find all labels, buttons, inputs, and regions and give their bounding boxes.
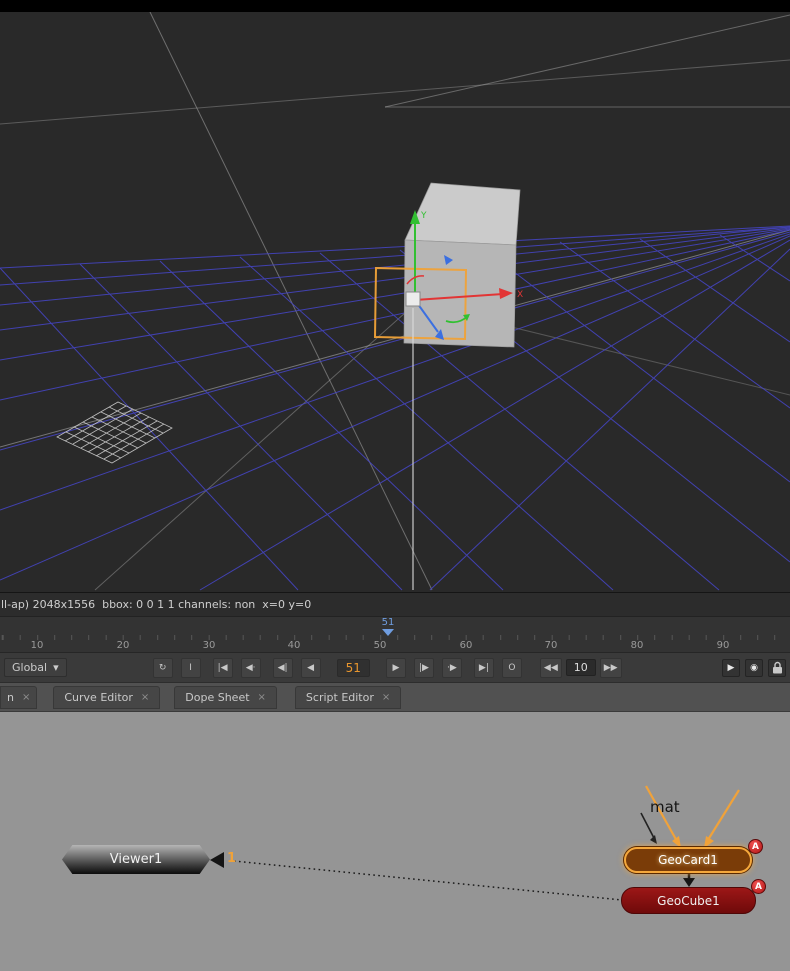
3d-viewport[interactable]: Y X xyxy=(0,12,790,592)
ruler-tick-label: 60 xyxy=(460,640,473,651)
node-geocube1[interactable]: GeoCube1 xyxy=(621,887,756,914)
viewer-input-number: 1 xyxy=(227,851,236,866)
current-frame-field[interactable]: 51 xyxy=(337,659,370,677)
node-geocard1-label: GeoCard1 xyxy=(658,853,718,867)
step-back-button[interactable]: ◀| xyxy=(273,658,293,678)
card-wireframe-mesh[interactable] xyxy=(57,402,172,463)
viewer-input-arrow[interactable] xyxy=(210,852,224,868)
lock-icon xyxy=(772,661,783,674)
goto-end-button[interactable]: ▶| xyxy=(474,658,494,678)
playhead-frame-label: 51 xyxy=(382,617,395,628)
prev-keyframe-button[interactable]: ◀· xyxy=(241,658,261,678)
playhead-marker[interactable] xyxy=(382,629,394,636)
node-viewer1-label: Viewer1 xyxy=(110,852,162,867)
play-forward-button[interactable]: ▶ xyxy=(386,658,406,678)
chevron-down-icon: ▾ xyxy=(53,661,59,674)
ruler-tick-label: 10 xyxy=(31,640,44,651)
x-axis-label: X xyxy=(517,290,523,300)
play-backward-button[interactable]: ◀ xyxy=(301,658,321,678)
decrement-button[interactable]: ◀◀ xyxy=(540,658,562,678)
viewer-info-bar: ll-ap) 2048x1556 bbox: 0 0 1 1 channels:… xyxy=(0,592,790,616)
lock-button[interactable] xyxy=(768,659,786,677)
goto-start-button[interactable]: |◀ xyxy=(213,658,233,678)
ruler-tick-label: 30 xyxy=(203,640,216,651)
render-button[interactable]: ▶ xyxy=(722,659,740,677)
cube-geometry[interactable] xyxy=(404,183,520,347)
tab-curve-editor[interactable]: Curve Editor × xyxy=(53,686,160,709)
node-graph-canvas[interactable]: mat Viewer1 1 GeoCard1 A GeoCube1 A xyxy=(0,712,790,971)
ruler-tick-label: 90 xyxy=(717,640,730,651)
animated-badge: A xyxy=(748,839,763,854)
input-range-button[interactable]: I xyxy=(181,658,201,678)
frame-range-mode-select[interactable]: Global ▾ xyxy=(4,658,67,677)
blue-ground-grid xyxy=(0,226,790,590)
ruler-tick-label: 20 xyxy=(117,640,130,651)
timeline-ruler[interactable]: 10 20 30 40 50 60 70 80 90 51 xyxy=(0,616,790,652)
animated-badge: A xyxy=(751,879,766,894)
offscreen-node-label-mat: mat xyxy=(650,798,680,816)
ruler-tick-label: 70 xyxy=(545,640,558,651)
output-range-button[interactable]: O xyxy=(502,658,522,678)
node-viewer1[interactable]: Viewer1 xyxy=(62,845,210,874)
ruler-tick-label: 40 xyxy=(288,640,301,651)
node-geocube1-label: GeoCube1 xyxy=(657,894,720,908)
frame-increment-field[interactable]: 10 xyxy=(566,659,596,676)
tab-script-editor[interactable]: Script Editor × xyxy=(295,686,401,709)
close-icon[interactable]: × xyxy=(382,692,390,703)
step-forward-button[interactable]: |▶ xyxy=(414,658,434,678)
close-icon[interactable]: × xyxy=(22,692,30,703)
node-geocard1[interactable]: GeoCard1 xyxy=(624,847,752,873)
close-icon[interactable]: × xyxy=(258,692,266,703)
transport-bar: Global ▾ ↻ I |◀ ◀· ◀| ◀ 51 ▶ |▶ ·▶ ▶| O … xyxy=(0,652,790,682)
loop-mode-button[interactable]: ↻ xyxy=(153,658,173,678)
increment-button[interactable]: ▶▶ xyxy=(600,658,622,678)
y-axis-label: Y xyxy=(420,211,427,221)
pane-tab-bar: n × Curve Editor × Dope Sheet × Script E… xyxy=(0,682,790,712)
ruler-tick-label: 50 xyxy=(374,640,387,651)
record-flipbook-button[interactable]: ◉ xyxy=(745,659,763,677)
tab-dope-sheet[interactable]: Dope Sheet × xyxy=(174,686,277,709)
world-grid-lines xyxy=(0,12,790,590)
viewer-info-text: ll-ap) 2048x1556 bbox: 0 0 1 1 channels:… xyxy=(1,598,311,611)
tab-node-graph[interactable]: n × xyxy=(0,686,37,709)
window-top-strip xyxy=(0,0,790,12)
close-icon[interactable]: × xyxy=(141,692,149,703)
next-keyframe-button[interactable]: ·▶ xyxy=(442,658,462,678)
ruler-tick-label: 80 xyxy=(631,640,644,651)
